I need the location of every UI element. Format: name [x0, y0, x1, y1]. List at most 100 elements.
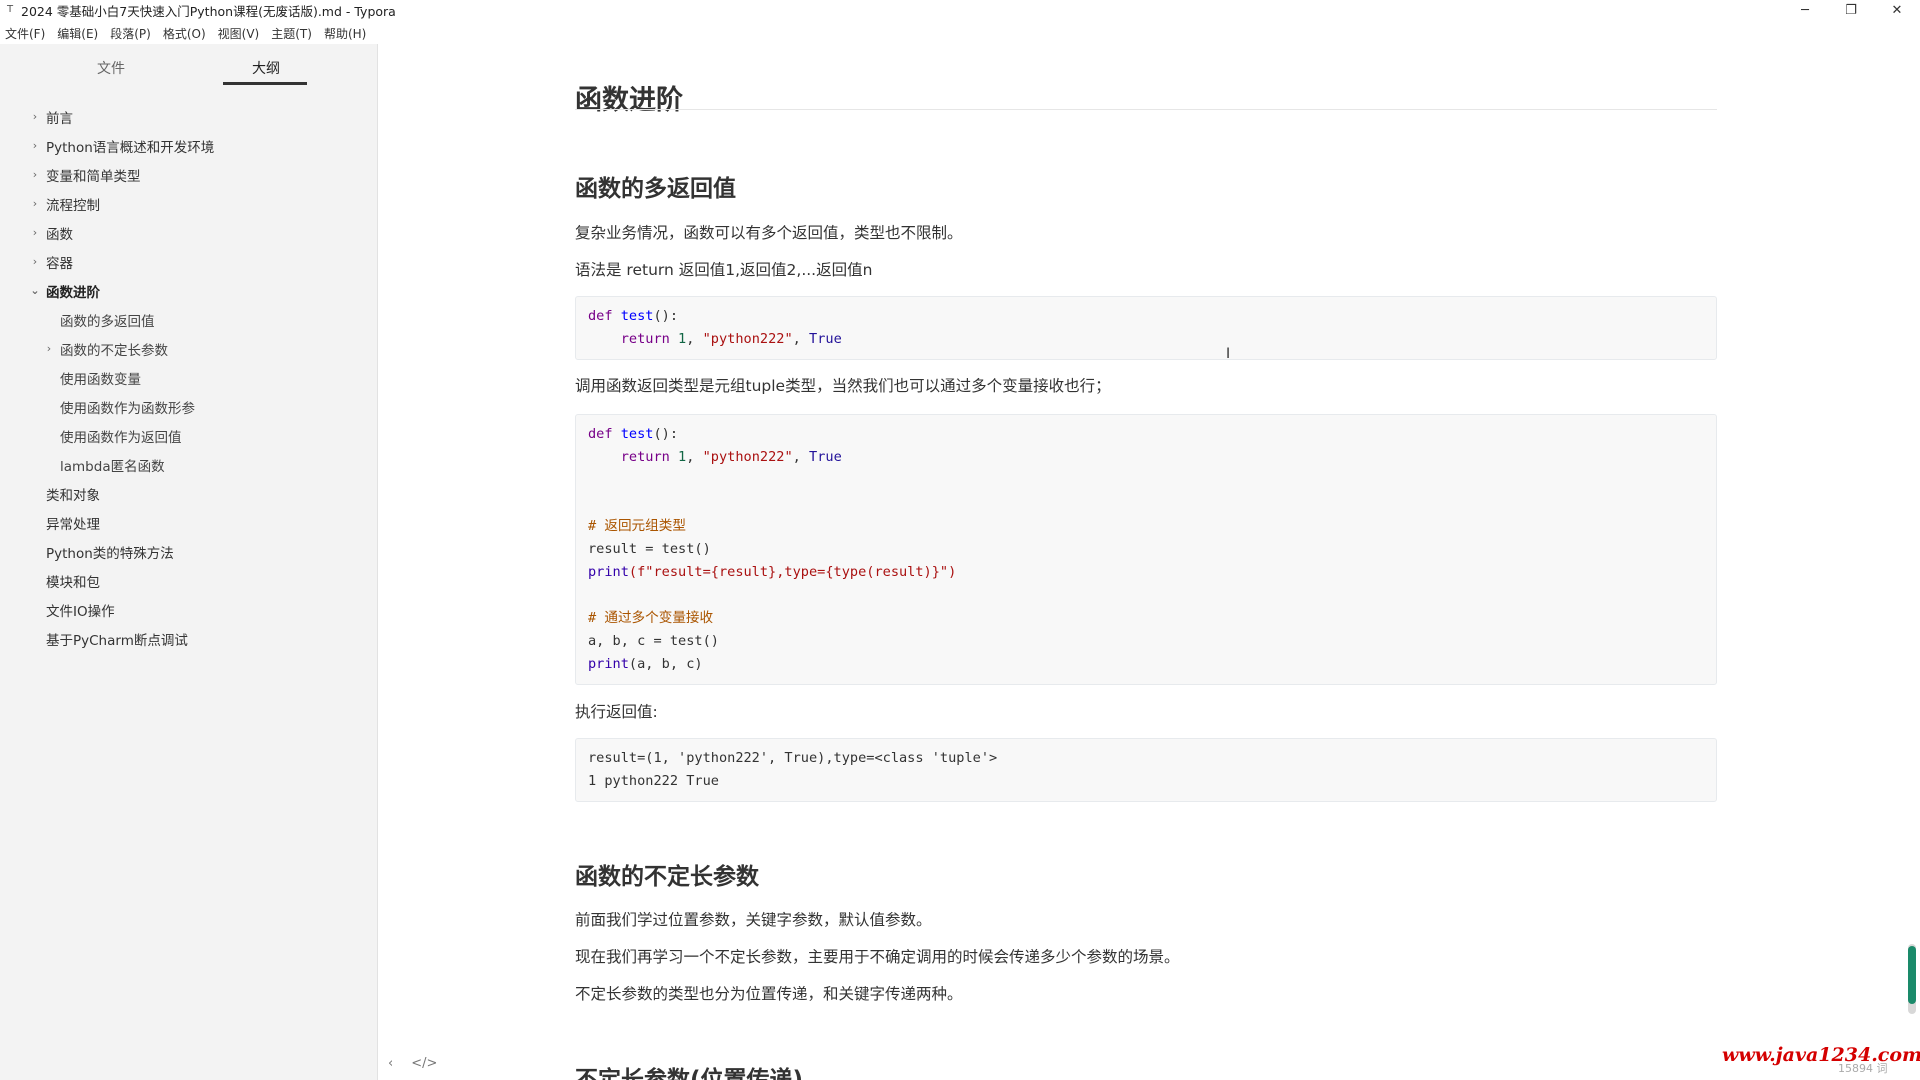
code-line: # 返回元组类型 [588, 518, 686, 534]
code-line: return 1, "python222", True [620, 331, 842, 347]
sidebar-footer: ‹ </> [388, 1056, 437, 1071]
collapse-sidebar-icon[interactable]: ‹ [388, 1056, 393, 1071]
window-controls: ─ ❐ ✕ [1782, 0, 1920, 20]
outline-item-label: 函数 [46, 226, 73, 243]
code-line: print(f"result={result},type={type(resul… [588, 564, 957, 580]
menu-file[interactable]: 文件(F) [0, 25, 50, 42]
heading-multi-return: 函数的多返回值 [575, 176, 736, 202]
outline-item-label: 类和对象 [46, 487, 100, 504]
chevron-right-icon[interactable]: › [43, 342, 55, 355]
menu-help[interactable]: 帮助(H) [319, 25, 371, 42]
paragraph-varargs-types: 不定长参数的类型也分为位置传递，和关键字传递两种。 [575, 985, 963, 1003]
chevron-down-icon[interactable]: ⌄ [29, 284, 41, 297]
code-block-output[interactable]: result=(1, 'python222', True),type=<clas… [575, 738, 1717, 802]
outline-item-function-variable[interactable]: 使用函数变量 [0, 363, 378, 392]
outline-item-label: 异常处理 [46, 516, 100, 533]
output-line: result=(1, 'python222', True),type=<clas… [588, 750, 998, 766]
code-line: def test(): [588, 426, 679, 442]
outline-item-label: Python语言概述和开发环境 [46, 139, 215, 156]
outline-item-label: 使用函数作为函数形参 [60, 400, 195, 417]
outline-item-label: 文件IO操作 [46, 603, 115, 620]
word-count[interactable]: 15894 词 [1838, 1060, 1888, 1076]
menu-format[interactable]: 格式(O) [158, 25, 211, 42]
sidebar-tabs: 文件 大纲 [0, 44, 377, 92]
menu-theme[interactable]: 主题(T) [266, 25, 317, 42]
outline-item-label: 流程控制 [46, 197, 100, 214]
paragraph-execution-result: 执行返回值: [575, 703, 658, 721]
text-cursor-icon: I [1226, 346, 1231, 362]
outline-item-containers[interactable]: › 容器 [0, 247, 378, 276]
heading-divider [575, 109, 1717, 110]
outline-item-lambda[interactable]: lambda匿名函数 [0, 450, 378, 479]
window-title: 2024 零基础小白7天快速入门Python课程(无废话版).md - Typo… [21, 3, 396, 19]
chevron-right-icon[interactable]: › [29, 168, 41, 181]
outline-item-label: 模块和包 [46, 574, 100, 591]
outline-item-varargs[interactable]: › 函数的不定长参数 [0, 334, 378, 363]
title-bar: T 2024 零基础小白7天快速入门Python课程(无废话版).md - Ty… [0, 0, 1920, 20]
outline-item-preface[interactable]: › 前言 [0, 102, 378, 131]
code-line: result = test() [588, 541, 711, 557]
outline-item-multi-return[interactable]: 函数的多返回值 [0, 305, 378, 334]
paragraph-tuple-return: 调用函数返回类型是元组tuple类型，当然我们也可以通过多个变量接收也行； [575, 377, 1111, 395]
code-line: # 通过多个变量接收 [588, 610, 714, 626]
outline-item-functions[interactable]: › 函数 [0, 218, 378, 247]
outline-item-special-methods[interactable]: Python类的特殊方法 [0, 537, 378, 566]
sidebar: 文件 大纲 › 前言 › Python语言概述和开发环境 › 变量和简单类型 › 流程控… [0, 44, 378, 1080]
outline-item-modules[interactable]: 模块和包 [0, 566, 378, 595]
outline-item-exceptions[interactable]: 异常处理 [0, 508, 378, 537]
paragraph-param-recap: 前面我们学过位置参数，关键字参数，默认值参数。 [575, 911, 932, 929]
outline-item-file-io[interactable]: 文件IO操作 [0, 595, 378, 624]
menu-edit[interactable]: 编辑(E) [52, 25, 103, 42]
outline-item-classes[interactable]: 类和对象 [0, 479, 378, 508]
menu-paragraph[interactable]: 段落(P) [105, 25, 156, 42]
outline-item-label: 容器 [46, 255, 73, 272]
outline-item-function-as-return[interactable]: 使用函数作为返回值 [0, 421, 378, 450]
menu-bar: 文件(F) 编辑(E) 段落(P) 格式(O) 视图(V) 主题(T) 帮助(H… [0, 22, 373, 44]
outline-item-python-overview[interactable]: › Python语言概述和开发环境 [0, 131, 378, 160]
outline-item-label: 使用函数作为返回值 [60, 429, 182, 446]
close-button[interactable]: ✕ [1874, 0, 1920, 20]
tab-outline[interactable]: 大纲 [252, 58, 280, 78]
outline-item-label: 前言 [46, 110, 73, 127]
outline-item-advanced-functions[interactable]: ⌄ 函数进阶 [0, 276, 378, 305]
minimize-button[interactable]: ─ [1782, 0, 1828, 20]
code-line: a, b, c = test() [588, 633, 719, 649]
code-block-def-test[interactable]: def test(): return 1, "python222", True [575, 296, 1717, 360]
outline-item-label: 使用函数变量 [60, 371, 141, 388]
tab-files[interactable]: 文件 [97, 58, 125, 78]
outline-item-label: 函数的不定长参数 [60, 342, 168, 359]
outline-list: › 前言 › Python语言概述和开发环境 › 变量和简单类型 › 流程控制 › 函数 … [0, 102, 378, 653]
chevron-right-icon[interactable]: › [29, 226, 41, 239]
watermark-text: www.java1234.com [1722, 1044, 1920, 1066]
chevron-right-icon[interactable]: › [29, 255, 41, 268]
outline-item-label: 变量和简单类型 [46, 168, 141, 185]
outline-item-flow-control[interactable]: › 流程控制 [0, 189, 378, 218]
outline-item-variables[interactable]: › 变量和简单类型 [0, 160, 378, 189]
chevron-right-icon[interactable]: › [29, 197, 41, 210]
code-block-tuple-example[interactable]: def test(): return 1, "python222", True … [575, 414, 1717, 685]
restore-button[interactable]: ❐ [1828, 0, 1874, 20]
paragraph-varargs-intro: 现在我们再学习一个不定长参数，主要用于不确定调用的时候会传递多少个参数的场景。 [575, 948, 1180, 966]
source-code-mode-icon[interactable]: </> [411, 1056, 437, 1071]
outline-item-label: 函数的多返回值 [60, 313, 155, 330]
active-tab-indicator [223, 82, 307, 85]
scrollbar-thumb[interactable] [1908, 946, 1916, 1004]
heading-advanced-functions: 函数进阶 [575, 85, 683, 116]
code-line: def test(): [588, 308, 679, 324]
chevron-right-icon[interactable]: › [29, 139, 41, 152]
menu-view[interactable]: 视图(V) [213, 25, 265, 42]
outline-item-function-as-param[interactable]: 使用函数作为函数形参 [0, 392, 378, 421]
code-line: return 1, "python222", True [620, 449, 842, 465]
outline-item-pycharm-debug[interactable]: 基于PyCharm断点调试 [0, 624, 378, 653]
outline-item-label: 函数进阶 [46, 284, 100, 301]
paragraph-return-syntax: 语法是 return 返回值1,返回值2,...返回值n [575, 261, 873, 279]
output-line: 1 python222 True [588, 773, 719, 789]
typora-app-icon: T [6, 4, 14, 15]
code-line: print(a, b, c) [588, 656, 703, 672]
chevron-right-icon[interactable]: › [29, 110, 41, 123]
outline-item-label: Python类的特殊方法 [46, 545, 174, 562]
heading-varargs-positional: 不定长参数(位置传递) [575, 1067, 804, 1080]
